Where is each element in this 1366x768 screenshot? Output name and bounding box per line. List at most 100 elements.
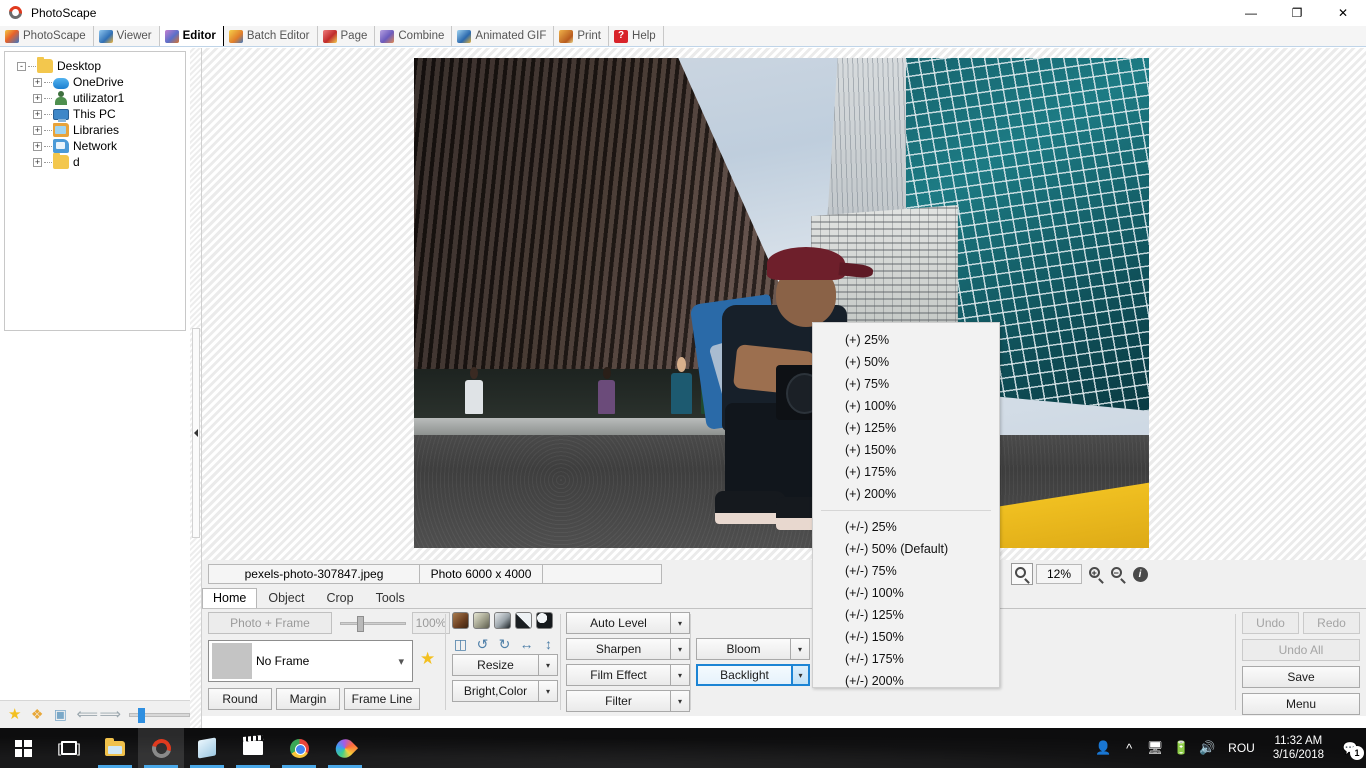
sharpen-dropdown-arrow[interactable]: ▾ [671,638,690,660]
tree-item-utilizator1[interactable]: + utilizator1 [9,90,181,106]
steel-gradient-swatch[interactable] [494,612,511,629]
auto-level-button[interactable]: Auto Level [566,612,671,634]
expander-icon[interactable]: + [33,77,42,87]
tab-print[interactable]: Print [554,26,610,46]
bright-color-button[interactable]: Bright,Color [452,680,539,702]
tab-animated-gif[interactable]: Animated GIF [452,26,555,46]
sepia-gradient-swatch[interactable] [452,612,469,629]
expander-icon[interactable]: + [33,109,42,119]
slider-knob[interactable] [357,616,364,632]
editor-canvas[interactable] [202,48,1366,560]
save-button[interactable]: Save [1242,666,1360,688]
image-info-icon[interactable]: i [1129,563,1151,585]
restore-button[interactable]: ❐ [1274,0,1320,26]
taskbar-movies-tv[interactable] [230,728,276,768]
tree-item-onedrive[interactable]: + OneDrive [9,74,181,90]
frame-select[interactable]: No Frame ▾ [208,640,413,682]
tab-object[interactable]: Object [257,588,315,608]
round-button[interactable]: Round [208,688,272,710]
tab-home[interactable]: Home [202,588,258,608]
olive-gradient-swatch[interactable] [473,612,490,629]
margin-button[interactable]: Margin [276,688,340,710]
menu-item-plusminus-75[interactable]: (+/-) 75% [813,560,999,582]
menu-item-plusminus-125[interactable]: (+/-) 125% [813,604,999,626]
tab-photoscape[interactable]: PhotoScape [0,26,94,46]
people-icon[interactable]: 👤 [1090,728,1116,768]
menu-item-plus-50[interactable]: (+) 50% [813,351,999,373]
undo-all-button[interactable]: Undo All [1242,639,1360,661]
task-view-button[interactable]: [] [46,728,92,768]
plugin-puzzle-icon[interactable]: ❖ [31,706,48,723]
expander-icon[interactable]: + [33,125,42,135]
diagonal-split-swatch[interactable] [515,612,532,629]
network-icon[interactable]: 🖥 [1142,728,1168,768]
taskbar-photos[interactable] [322,728,368,768]
slider-knob[interactable] [137,707,145,723]
zoom-in-icon[interactable]: + [1085,563,1107,585]
clock[interactable]: 11:32 AM 3/16/2018 [1263,734,1334,762]
backlight-dropdown-arrow[interactable]: ▾ [791,664,810,686]
frame-opacity-slider[interactable] [340,616,406,632]
circle-invert-swatch[interactable] [536,612,553,629]
resize-button[interactable]: Resize [452,654,539,676]
rotate-left-icon[interactable]: ↺ [474,636,491,652]
menu-item-plus-175[interactable]: (+) 175% [813,461,999,483]
filter-dropdown-arrow[interactable]: ▾ [671,690,690,712]
menu-item-plus-200[interactable]: (+) 200% [813,483,999,505]
filter-button[interactable]: Filter [566,690,671,712]
rotate-right-icon[interactable]: ↻ [496,636,513,652]
start-button[interactable] [0,728,46,768]
tab-combine[interactable]: Combine [375,26,453,46]
resize-dropdown-arrow[interactable]: ▾ [539,654,558,676]
deskew-icon[interactable]: ◫ [452,636,469,652]
menu-button[interactable]: Menu [1242,693,1360,715]
film-effect-button[interactable]: Film Effect [566,664,671,686]
backlight-context-menu[interactable]: (+) 25% (+) 50% (+) 75% (+) 100% (+) 125… [812,322,1000,688]
volume-icon[interactable]: 🔊 [1194,728,1220,768]
show-hidden-icons-icon[interactable]: ^ [1116,728,1142,768]
undo-button[interactable]: Undo [1242,612,1299,634]
thumbnail-pane[interactable] [4,340,186,702]
thumbnail-size-slider[interactable] [128,707,190,723]
zoom-out-icon[interactable]: − [1107,563,1129,585]
sharpen-button[interactable]: Sharpen [566,638,671,660]
menu-item-plusminus-25[interactable]: (+/-) 25% [813,516,999,538]
tree-item-this-pc[interactable]: + This PC [9,106,181,122]
menu-item-plusminus-150[interactable]: (+/-) 150% [813,626,999,648]
frame-line-button[interactable]: Frame Line [344,688,420,710]
minimize-button[interactable]: — [1228,0,1274,26]
forward-arrow-icon[interactable]: ⟹ [100,707,122,723]
taskbar-chrome[interactable] [276,728,322,768]
language-indicator[interactable]: ROU [1220,741,1263,755]
expander-icon[interactable]: + [33,141,42,151]
tab-crop[interactable]: Crop [315,588,364,608]
chevron-down-icon[interactable]: ▾ [398,655,404,668]
photo-preview[interactable] [414,58,1149,548]
tab-editor[interactable]: Editor [159,26,224,46]
flip-vertical-icon[interactable]: ↕ [540,636,557,652]
action-center-icon[interactable]: 💬 1 [1334,728,1366,768]
menu-item-plusminus-200[interactable]: (+/-) 200% [813,670,999,692]
folder-tree[interactable]: - Desktop + OneDrive + utilizator1 + Thi… [4,51,186,331]
menu-item-plusminus-175[interactable]: (+/-) 175% [813,648,999,670]
auto-level-dropdown-arrow[interactable]: ▾ [671,612,690,634]
tab-viewer[interactable]: Viewer [94,26,160,46]
backlight-button[interactable]: Backlight [696,664,791,686]
taskbar-microsoft-store[interactable] [184,728,230,768]
tab-page[interactable]: Page [318,26,376,46]
bright-color-dropdown-arrow[interactable]: ▾ [539,680,558,702]
redo-button[interactable]: Redo [1303,612,1360,634]
expander-icon[interactable]: - [17,61,26,71]
favorites-star-icon[interactable]: ★ [8,707,25,723]
tree-item-libraries[interactable]: + Libraries [9,122,181,138]
menu-item-plus-150[interactable]: (+) 150% [813,439,999,461]
menu-item-plusminus-100[interactable]: (+/-) 100% [813,582,999,604]
back-arrow-icon[interactable]: ⟸ [77,707,99,723]
tree-item-d[interactable]: + d [9,153,181,170]
expander-icon[interactable]: + [33,93,42,103]
bloom-button[interactable]: Bloom [696,638,791,660]
battery-icon[interactable]: 🔋 [1168,728,1194,768]
tree-item-network[interactable]: + Network [9,138,181,154]
tab-tools[interactable]: Tools [365,588,416,608]
bloom-dropdown-arrow[interactable]: ▾ [791,638,810,660]
